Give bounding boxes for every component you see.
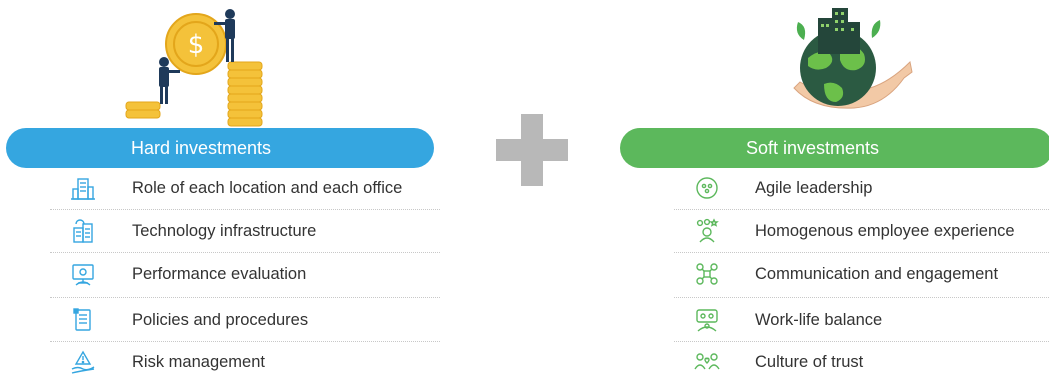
hard-investments-header: Hard investments (6, 128, 434, 168)
list-item-label: Policies and procedures (132, 311, 309, 329)
hand-globe-city-illustration (793, 8, 913, 109)
technology-building-icon (73, 219, 93, 243)
list-item-label: Agile leadership (755, 179, 873, 197)
policy-document-icon (73, 308, 91, 331)
soft-investments-header: Soft investments (620, 128, 1049, 168)
divider (50, 297, 440, 298)
office-building-icon (71, 178, 95, 200)
list-item: Technology infrastructure (0, 210, 440, 253)
list-item-label: Technology infrastructure (132, 222, 317, 240)
list-item: Culture of trust (614, 341, 1049, 384)
coins-businessmen-illustration: $ (125, 9, 263, 127)
work-life-balance-icon (696, 309, 718, 332)
list-item: Performance evaluation (0, 253, 440, 296)
list-item: Role of each location and each office (0, 167, 440, 210)
communication-network-icon (696, 263, 718, 285)
list-item-label: Work-life balance (755, 311, 883, 329)
plus-icon (496, 114, 568, 186)
list-item: Risk management (0, 341, 440, 384)
employee-experience-icon (696, 218, 719, 243)
performance-evaluation-icon (72, 264, 94, 286)
list-item: Work-life balance (614, 299, 1049, 342)
list-item: Communication and engagement (614, 253, 1049, 296)
list-item-label: Risk management (132, 353, 265, 371)
soft-investments-title: Soft investments (746, 137, 880, 158)
soft-investments-panel: Soft investments Agile leadership Homoge… (614, 0, 1049, 374)
divider (674, 297, 1049, 298)
trust-people-icon (694, 353, 720, 370)
list-item: Agile leadership (614, 167, 1049, 210)
hard-investments-panel: $ Hard investments Role of each location… (0, 0, 440, 374)
list-item-label: Homogenous employee experience (755, 222, 1015, 240)
list-item-label: Role of each location and each office (132, 179, 403, 197)
svg-text:$: $ (188, 30, 205, 60)
list-item-label: Culture of trust (755, 353, 864, 371)
agile-leadership-icon (696, 177, 718, 199)
list-item: Homogenous employee experience (614, 210, 1049, 253)
list-item-label: Performance evaluation (132, 265, 307, 283)
hard-investments-title: Hard investments (131, 137, 272, 158)
list-item-label: Communication and engagement (755, 265, 999, 283)
risk-hand-icon (71, 350, 95, 374)
list-item: Policies and procedures (0, 299, 440, 342)
